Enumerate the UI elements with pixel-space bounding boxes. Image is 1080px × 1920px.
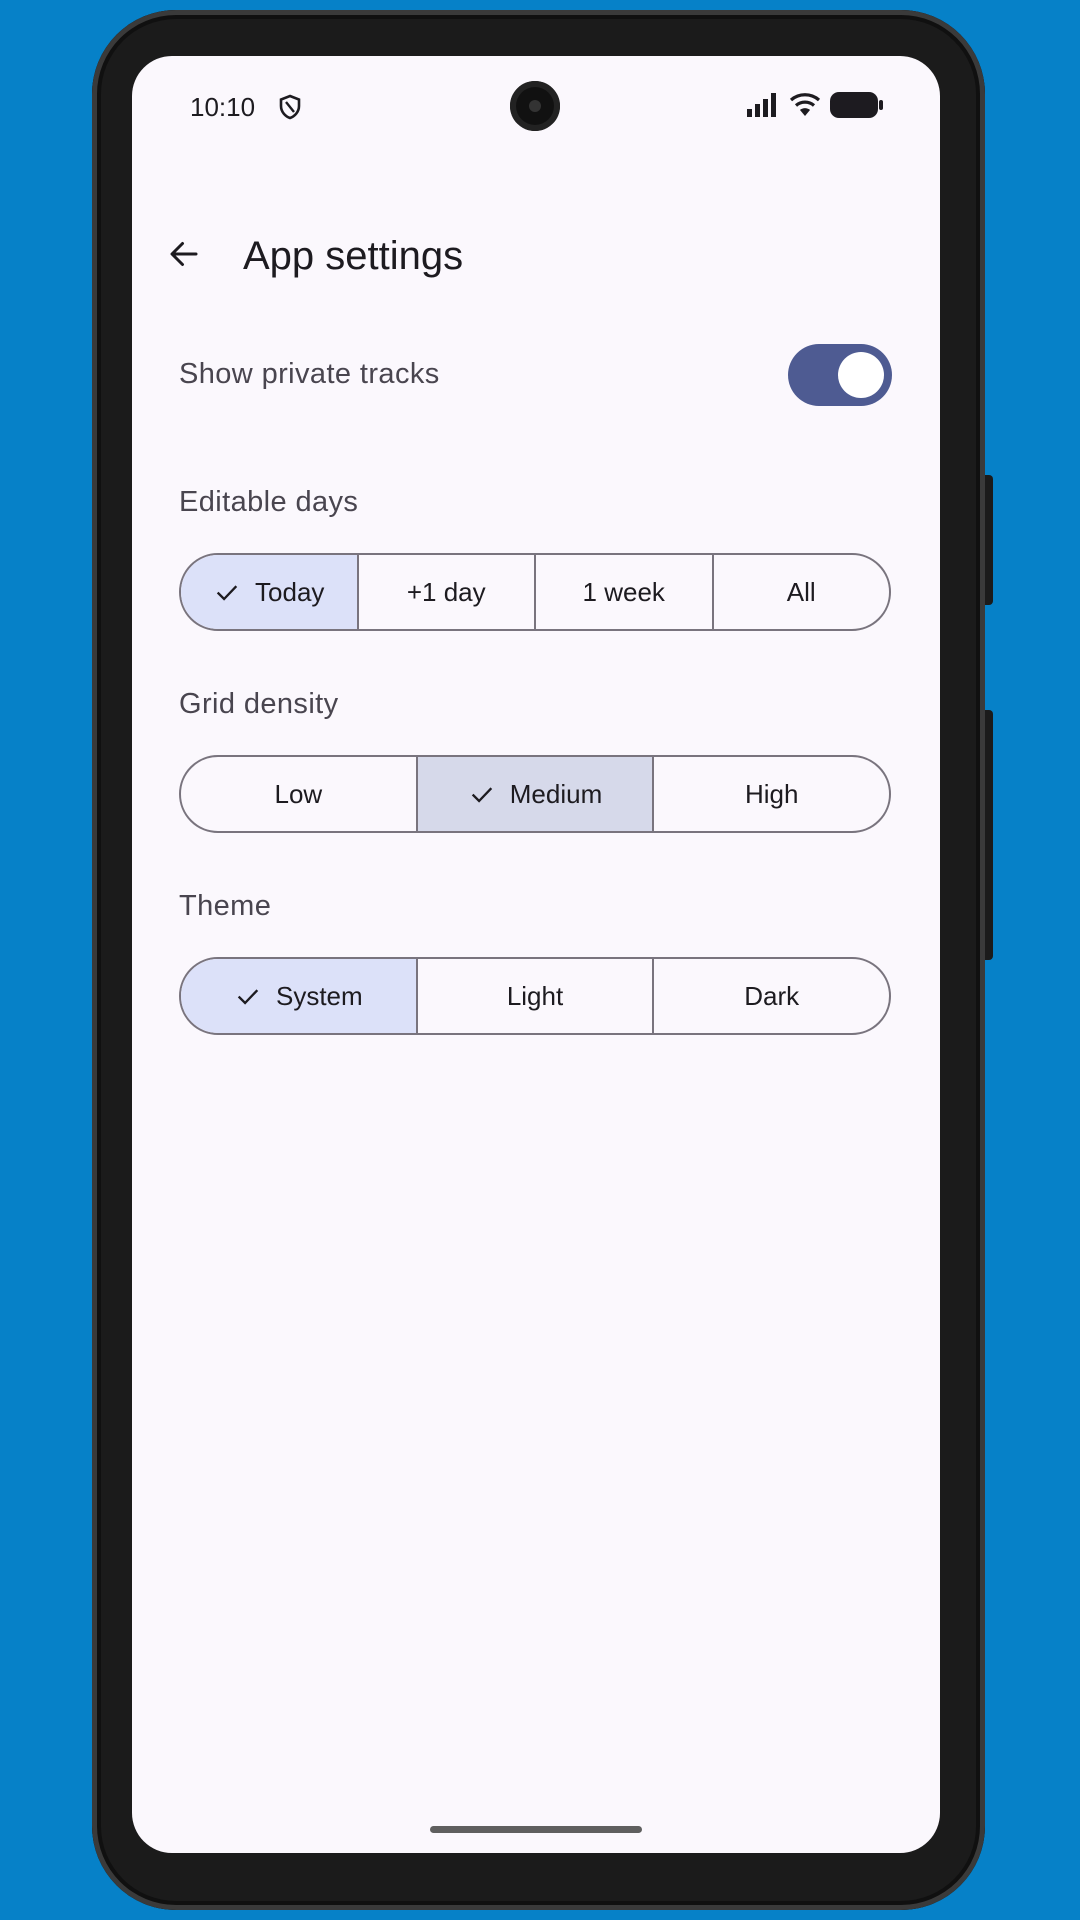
segment-dark[interactable]: Dark <box>652 959 889 1033</box>
segment-label: High <box>744 778 799 809</box>
check-icon <box>213 578 241 606</box>
battery-icon <box>830 92 884 123</box>
segment-label: All <box>786 576 816 607</box>
segment-label: Today <box>255 576 325 607</box>
home-indicator[interactable] <box>430 1826 642 1833</box>
theme-segmented-control: System Light Dark <box>179 957 891 1035</box>
segment-1-week[interactable]: 1 week <box>534 555 712 629</box>
segment-all[interactable]: All <box>711 555 890 629</box>
segment-label: +1 day <box>406 576 486 607</box>
segment-label: Medium <box>509 778 603 809</box>
segment-system[interactable]: System <box>181 959 416 1033</box>
arrow-back-icon <box>166 236 202 277</box>
segment-plus-1-day[interactable]: +1 day <box>356 555 535 629</box>
segment-today[interactable]: Today <box>181 555 357 629</box>
check-icon <box>468 780 496 808</box>
grid-density-segmented-control: Low Medium High <box>179 755 891 833</box>
editable-days-label: Editable days <box>179 486 359 518</box>
private-tracks-label: Show private tracks <box>179 358 440 390</box>
theme-label: Theme <box>179 890 272 922</box>
wifi-icon <box>789 93 821 122</box>
shield-icon <box>278 94 302 125</box>
top-app-bar: App settings <box>132 216 940 296</box>
status-icons <box>746 92 884 123</box>
status-time: 10:10 <box>190 92 256 122</box>
front-camera <box>510 81 560 131</box>
segment-label: Light <box>506 980 564 1011</box>
volume-button <box>985 475 993 605</box>
segment-label: Low <box>274 778 323 809</box>
segment-high[interactable]: High <box>652 757 889 831</box>
check-icon <box>234 982 262 1010</box>
segment-label: 1 week <box>582 576 665 607</box>
power-button <box>985 710 993 960</box>
grid-density-label: Grid density <box>179 688 339 720</box>
editable-days-segmented-control: Today +1 day 1 week All <box>179 553 891 631</box>
back-button[interactable] <box>162 234 206 278</box>
switch-thumb <box>838 352 884 398</box>
page-title: App settings <box>243 234 464 278</box>
phone-screen: 10:10 App settings Show private tracks E… <box>132 56 940 1853</box>
private-tracks-switch[interactable] <box>788 344 892 406</box>
segment-label: Dark <box>744 980 800 1011</box>
segment-medium[interactable]: Medium <box>415 757 653 831</box>
status-bar: 10:10 <box>132 56 940 156</box>
segment-light[interactable]: Light <box>415 959 653 1033</box>
segment-low[interactable]: Low <box>181 757 416 831</box>
cellular-signal-icon <box>746 93 780 122</box>
segment-label: System <box>275 980 363 1011</box>
